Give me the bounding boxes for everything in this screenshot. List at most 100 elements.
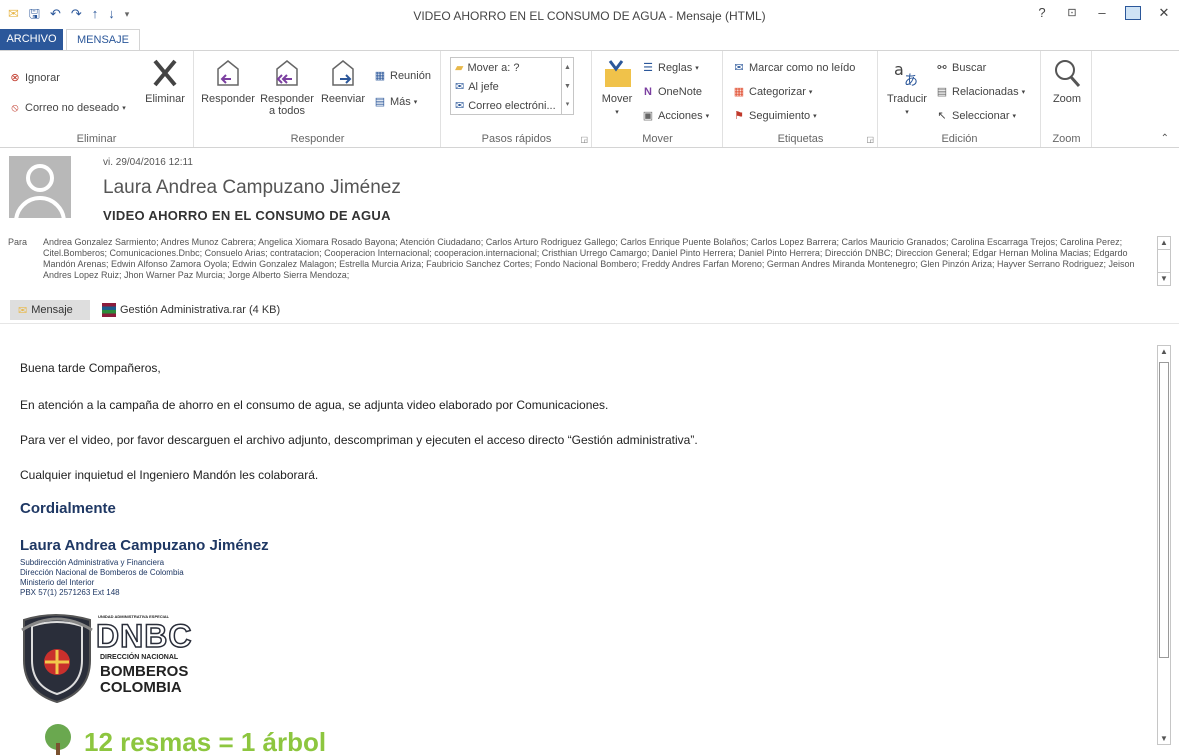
forward-envelope-icon: ✉	[455, 81, 465, 93]
eco-banner: 12 resmas = 1 árbol	[40, 723, 440, 755]
tab-archivo[interactable]: ARCHIVO	[0, 29, 63, 51]
ignorar-label: Ignorar	[25, 72, 60, 84]
envelope-icon: ✉	[18, 304, 28, 317]
marcar-no-leido-label: Marcar como no leído	[749, 62, 856, 74]
correo-no-deseado-label: Correo no deseado	[25, 102, 120, 114]
group-zoom-label: Zoom	[1052, 133, 1081, 145]
junk-icon: ⦸	[11, 102, 19, 114]
categorize-icon: ▦	[733, 86, 745, 98]
logo-sub1: DIRECCIÓN NACIONAL	[100, 654, 179, 661]
responder-todos-button[interactable]: Responder a todos	[257, 57, 317, 117]
sender-name[interactable]: Laura Andrea Campuzano Jiménez	[103, 177, 401, 199]
calendar-icon: ▦	[374, 70, 386, 82]
categorizar-label: Categorizar	[749, 86, 806, 98]
signature-name: Laura Andrea Campuzano Jiménez	[20, 537, 269, 554]
mas-button[interactable]: ▤ Más ▾	[373, 95, 418, 109]
collapse-ribbon-icon[interactable]: ⌃	[1161, 133, 1169, 144]
seleccionar-label: Seleccionar	[952, 110, 1010, 122]
help-button[interactable]: ?	[1035, 5, 1049, 21]
reply-all-icon	[276, 60, 298, 86]
scroll-up-icon[interactable]: ▲	[562, 58, 573, 77]
mark-unread-icon: ✉	[734, 62, 744, 74]
actions-icon: ▣	[642, 110, 654, 122]
group-etiquetas-label: Etiquetas	[777, 133, 824, 145]
marcar-no-leido-button[interactable]: ✉ Marcar como no leído	[732, 61, 855, 75]
chevron-down-icon: ▾	[615, 109, 619, 116]
close-button[interactable]: ✕	[1157, 5, 1171, 21]
minimize-button[interactable]: –	[1095, 5, 1109, 21]
chevron-down-icon: ▾	[1012, 113, 1016, 120]
chevron-down-icon: ▾	[808, 89, 813, 96]
ignorar-button[interactable]: ⊗ Ignorar	[8, 71, 60, 85]
message-tab[interactable]: ✉ Mensaje	[10, 300, 90, 320]
rar-archive-icon	[102, 303, 116, 317]
acciones-button[interactable]: ▣ Acciones ▾	[641, 109, 709, 123]
quick-steps-scroll[interactable]: ▲ ▼ ▾	[561, 58, 573, 114]
binoculars-icon: ⚯	[937, 62, 947, 74]
recipients-list[interactable]: Andrea Gonzalez Sarmiento; Andres Munoz …	[43, 237, 1151, 281]
ignore-icon: ⊗	[10, 72, 20, 84]
folder-icon: ▰	[455, 62, 464, 74]
mover-button[interactable]: Mover ▾	[597, 57, 637, 117]
mas-label: Más	[390, 96, 411, 108]
responder-button[interactable]: Responder	[199, 57, 257, 105]
avatar-body-icon	[14, 196, 66, 218]
seguimiento-label: Seguimiento	[749, 110, 811, 122]
forward-icon	[332, 60, 354, 86]
attachments-bar: ✉ Mensaje Gestión Administrativa.rar (4 …	[0, 298, 1179, 324]
reenviar-label: Reenviar	[320, 93, 366, 105]
correo-no-deseado-button[interactable]: ⦸ Correo no deseado ▾	[8, 101, 125, 115]
reenviar-button[interactable]: Reenviar	[317, 57, 369, 105]
scroll-thumb[interactable]	[1158, 249, 1170, 273]
tab-mensaje[interactable]: MENSAJE	[66, 29, 140, 51]
scroll-down-icon[interactable]: ▼	[562, 77, 573, 96]
dialog-launcher-icon[interactable]: ◲	[866, 135, 874, 144]
categorizar-button[interactable]: ▦ Categorizar ▾	[732, 85, 813, 99]
ribbon-display-options-icon[interactable]: ⊡	[1065, 5, 1079, 21]
onenote-button[interactable]: N OneNote	[641, 85, 702, 99]
seleccionar-button[interactable]: ↖ Seleccionar ▾	[935, 109, 1016, 123]
responder-todos-label-1: Responder	[260, 93, 314, 105]
svg-text:あ: あ	[904, 73, 918, 89]
reglas-button[interactable]: ☰ Reglas ▾	[641, 61, 699, 75]
body-scrollbar[interactable]: ▲ ▼	[1157, 345, 1171, 745]
traducir-button[interactable]: a あ Traducir ▾	[883, 57, 931, 117]
quick-step-mover[interactable]: ▰ Mover a: ?	[451, 58, 573, 77]
quick-step-al-jefe[interactable]: ✉ Al jefe	[451, 77, 573, 96]
eliminar-label: Eliminar	[145, 93, 185, 105]
scroll-thumb[interactable]	[1159, 362, 1169, 658]
cursor-icon: ↖	[937, 110, 947, 122]
restore-button[interactable]	[1125, 6, 1141, 20]
scroll-down-icon[interactable]: ▼	[1158, 273, 1170, 285]
chevron-down-icon: ▾	[905, 109, 909, 116]
responder-todos-label-2: a todos	[268, 105, 306, 117]
scroll-up-icon[interactable]: ▲	[1158, 347, 1170, 356]
quick-step-al-jefe-label: Al jefe	[468, 80, 499, 93]
logo-acronym: DNBC	[95, 617, 193, 655]
eliminar-button[interactable]: Eliminar	[142, 57, 188, 105]
onenote-icon: N	[644, 86, 652, 98]
group-responder-label: Responder	[290, 133, 345, 145]
recipients-scrollbar[interactable]: ▲ ▼	[1157, 236, 1171, 286]
scroll-down-icon[interactable]: ▼	[1158, 734, 1170, 743]
buscar-button[interactable]: ⚯ Buscar	[935, 61, 986, 75]
seguimiento-button[interactable]: ⚑ Seguimiento ▾	[732, 109, 817, 123]
move-folder-icon	[605, 60, 631, 87]
expand-gallery-icon[interactable]: ▾	[562, 96, 573, 114]
dialog-launcher-icon[interactable]: ◲	[580, 135, 588, 144]
group-etiquetas: ✉ Marcar como no leído ▦ Categorizar ▾ ⚑…	[724, 51, 878, 147]
attachment-file-label: Gestión Administrativa.rar (4 KB)	[120, 304, 281, 316]
message-date: vi. 29/04/2016 12:11	[103, 157, 193, 168]
quick-step-correo[interactable]: ✉ Correo electróni...	[451, 96, 573, 115]
attachment-file[interactable]: Gestión Administrativa.rar (4 KB)	[102, 303, 280, 317]
group-zoom: Zoom Zoom	[1042, 51, 1092, 147]
scroll-up-icon[interactable]: ▲	[1158, 237, 1170, 249]
tree-icon	[45, 724, 71, 755]
zoom-label: Zoom	[1052, 93, 1082, 105]
signature-line-2: Dirección Nacional de Bomberos de Colomb…	[20, 568, 184, 577]
group-eliminar-label: Eliminar	[76, 133, 117, 145]
relacionadas-button[interactable]: ▤ Relacionadas ▾	[935, 85, 1025, 99]
zoom-button[interactable]: Zoom	[1046, 57, 1088, 105]
responder-label: Responder	[201, 93, 255, 105]
reunion-button[interactable]: ▦ Reunión	[373, 69, 431, 83]
